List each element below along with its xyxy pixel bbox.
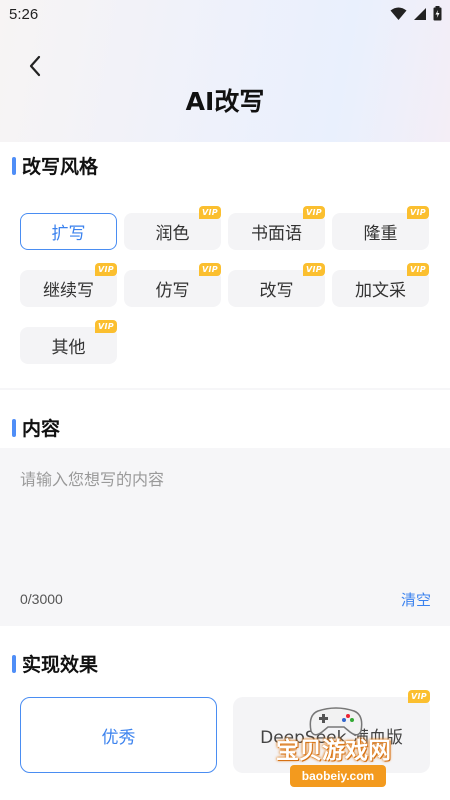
battery-icon [433, 6, 442, 21]
status-icons [390, 6, 442, 21]
style-chip-formal[interactable]: 书面语 VIP [228, 206, 325, 250]
signal-icon [414, 7, 426, 20]
style-chip-expand[interactable]: 扩写 [20, 213, 117, 250]
vip-badge: VIP [199, 206, 221, 219]
style-chip-rewrite[interactable]: 改写 VIP [228, 263, 325, 307]
section-marker [12, 156, 16, 175]
status-bar: 5:26 [0, 0, 450, 32]
content-placeholder: 请输入您想写的内容 [20, 470, 165, 489]
style-chip-other[interactable]: 其他 VIP [20, 320, 117, 364]
style-chip-polish[interactable]: 润色 VIP [124, 206, 221, 250]
vip-badge: VIP [408, 690, 430, 703]
vip-badge: VIP [303, 206, 325, 219]
section-marker [12, 418, 16, 437]
section-marker [12, 654, 16, 673]
vip-badge: VIP [407, 206, 429, 219]
wifi-icon [390, 7, 407, 20]
back-button[interactable] [20, 50, 50, 82]
style-section: 改写风格 扩写 润色 VIP 书面语 VIP 隆重 VIP 继续写 VIP 仿写 VIP … [0, 142, 450, 388]
style-chip-literary[interactable]: 加文采 VIP [332, 263, 429, 307]
status-time: 5:26 [9, 6, 39, 23]
content-section: 内容 [0, 390, 450, 448]
effect-section-title: 实现效果 [22, 654, 99, 676]
style-chip-imitate[interactable]: 仿写 VIP [124, 263, 221, 307]
watermark-logo: 宝贝游戏网 baobeiy.com [260, 705, 430, 795]
vip-badge: VIP [303, 263, 325, 276]
content-textarea[interactable]: 请输入您想写的内容 0/3000 清空 [0, 448, 450, 624]
style-chip-continue[interactable]: 继续写 VIP [20, 263, 117, 307]
vip-badge: VIP [407, 263, 429, 276]
char-counter: 0/3000 [20, 591, 63, 607]
page-title: AI改写 [185, 87, 265, 116]
clear-button[interactable]: 清空 [401, 589, 431, 610]
chevron-left-icon [29, 55, 41, 77]
vip-badge: VIP [199, 263, 221, 276]
content-section-title: 内容 [22, 418, 61, 440]
vip-badge: VIP [95, 263, 117, 276]
vip-badge: VIP [95, 320, 117, 333]
style-section-title: 改写风格 [22, 156, 99, 178]
style-chip-grand[interactable]: 隆重 VIP [332, 206, 429, 250]
effect-option-excellent[interactable]: 优秀 [20, 697, 217, 773]
watermark-url: baobeiy.com [290, 765, 386, 787]
watermark-text: 宝贝游戏网 [276, 738, 391, 764]
